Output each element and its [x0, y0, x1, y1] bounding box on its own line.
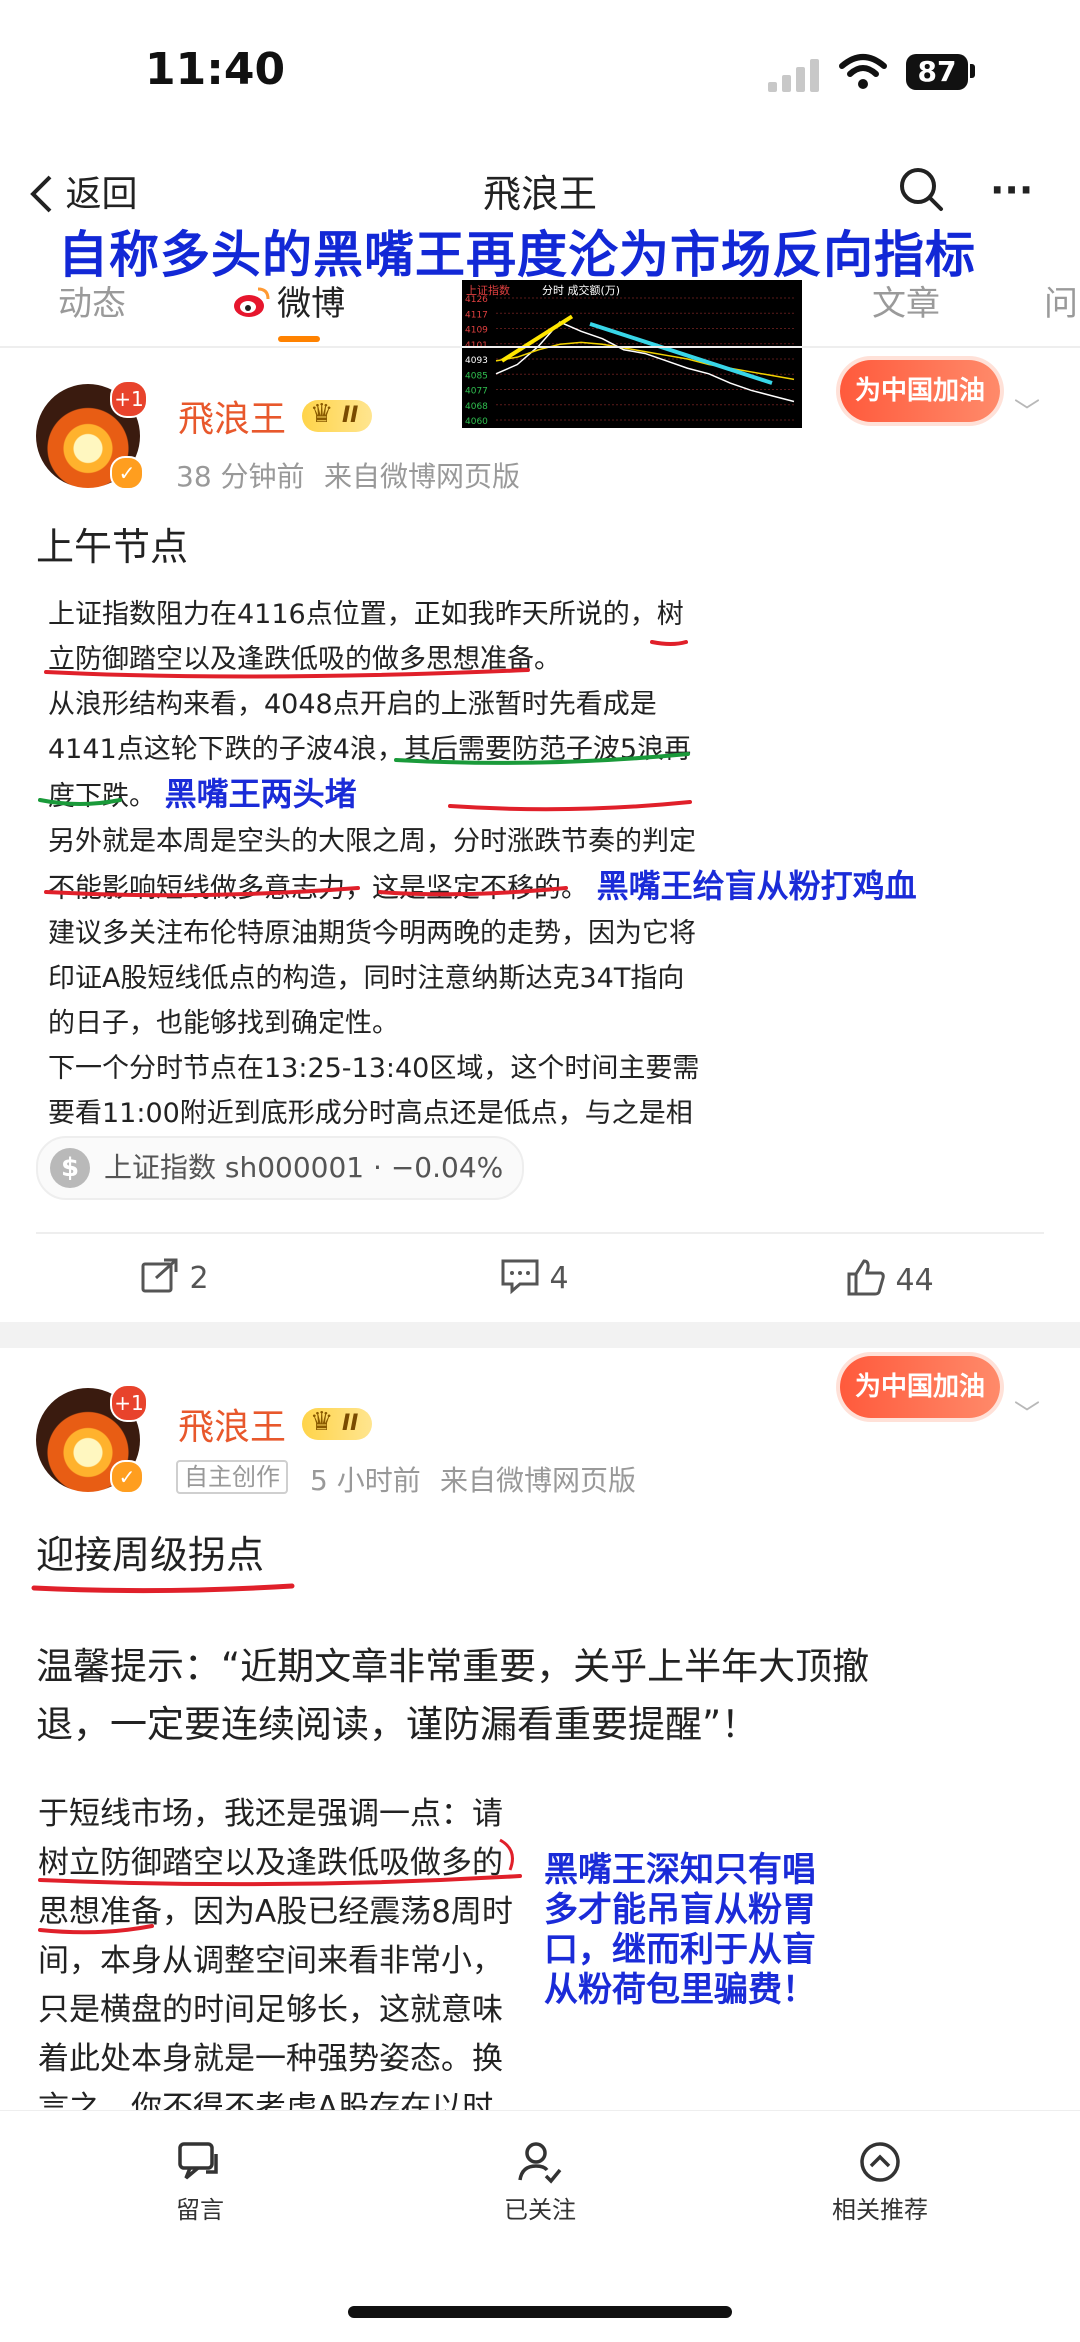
annotation-line: 从粉荷包里骗费！	[544, 1970, 816, 2010]
annotation-line: 黑嘴王深知只有唱	[544, 1850, 816, 1890]
annotation-line: 口，继而利于从盲	[544, 1930, 816, 1970]
bottom-nav-comment[interactable]: 留言	[100, 2140, 300, 2225]
annotation-line: 多才能吊盲从粉胃	[544, 1890, 816, 1930]
underline-marks-2	[38, 1838, 522, 1935]
followed-icon	[518, 2142, 562, 2184]
bottom-nav-label: 相关推荐	[832, 2196, 928, 2224]
bottom-nav-recommend[interactable]: 相关推荐	[780, 2140, 980, 2225]
bottom-nav-followed[interactable]: 已关注	[440, 2140, 640, 2225]
comment-icon	[178, 2142, 218, 2180]
bottom-nav-label: 已关注	[504, 2196, 576, 2224]
recommend-icon	[860, 2142, 900, 2182]
annotation-block: 黑嘴王深知只有唱 多才能吊盲从粉胃 口，继而利于从盲 从粉荷包里骗费！	[544, 1850, 874, 2010]
home-indicator	[348, 2306, 732, 2318]
bottom-nav-label: 留言	[176, 2196, 224, 2224]
post-line: 着此处本身就是一种强势姿态。换	[38, 2041, 503, 2077]
